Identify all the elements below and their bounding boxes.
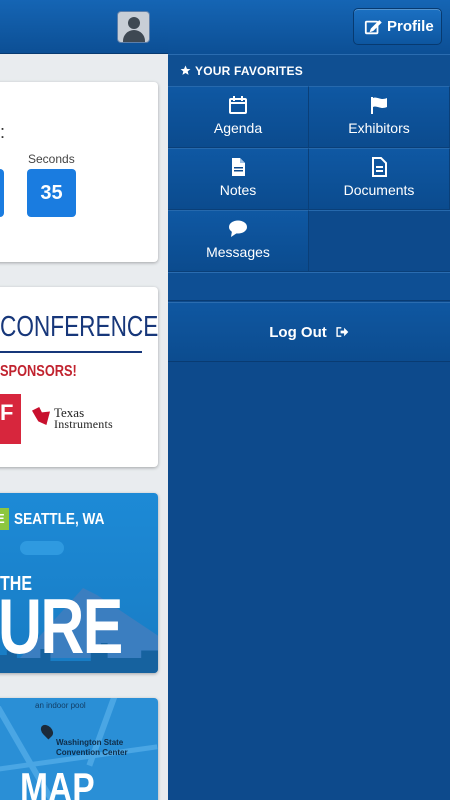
note-icon: [232, 158, 245, 176]
sponsor-logo-red-letter: F: [0, 400, 14, 425]
map-place-label: Washington State Convention Center: [56, 738, 128, 757]
favorite-tile-exhibitors[interactable]: Exhibitors: [309, 86, 450, 148]
sponsor-banner-card[interactable]: CONFERENCE SPONSORS! F ry Texas Instrume…: [0, 287, 158, 467]
drawer-empty-area: [168, 362, 450, 800]
favorite-tile-messages[interactable]: Messages: [168, 210, 309, 272]
hero-big-text: URE: [0, 582, 123, 670]
flag-icon: [371, 97, 387, 114]
favorite-tile-label: Exhibitors: [348, 120, 410, 136]
drawer-header: Profile: [168, 0, 450, 54]
venue-map-card[interactable]: an indoor pool Washington State Conventi…: [0, 698, 158, 800]
event-hero-card[interactable]: E SEATTLE, WA THE URE: [0, 493, 158, 673]
title-divider: [0, 351, 142, 353]
texas-instruments-logo: Texas Instruments: [32, 405, 142, 435]
sponsors-heading: SPONSORS!: [0, 363, 77, 380]
favorite-tile-empty: [309, 210, 450, 272]
hero-city-label: SEATTLE, WA: [14, 511, 105, 528]
sponsor-logo-red: F ry: [0, 394, 21, 444]
hero-badge: E: [0, 508, 9, 530]
favorite-tile-notes[interactable]: Notes: [168, 148, 309, 210]
map-title: MAP: [20, 764, 95, 800]
edit-icon: [364, 19, 382, 34]
side-drawer-menu: Profile YOUR FAVORITES Agenda Exhibitors…: [168, 0, 450, 800]
calendar-icon: [229, 96, 247, 114]
star-icon: [180, 65, 191, 75]
countdown-minutes-box: [0, 169, 4, 217]
speech-bubble-icon: [229, 220, 247, 237]
ti-logo-line2: Instruments: [54, 417, 113, 431]
sign-out-icon: [336, 327, 349, 337]
favorite-tile-label: Agenda: [213, 120, 263, 136]
user-avatar-icon[interactable]: [117, 11, 150, 43]
profile-button-label: Profile: [387, 18, 434, 35]
favorites-label: YOUR FAVORITES: [195, 63, 303, 78]
logout-label: Log Out: [269, 323, 327, 341]
countdown-seconds-value: 35: [27, 169, 76, 217]
favorite-tile-label: Messages: [206, 244, 270, 260]
favorite-tile-label: Documents: [343, 182, 415, 198]
countdown-separator: :: [0, 122, 6, 142]
profile-button[interactable]: Profile: [353, 8, 442, 45]
document-icon: [372, 157, 387, 177]
countdown-card: : Seconds 35: [0, 82, 158, 262]
sponsor-logo-red-caption: ry: [0, 430, 21, 437]
logout-button[interactable]: Log Out: [168, 302, 450, 362]
top-nav-bar: [0, 0, 168, 54]
favorite-tile-agenda[interactable]: Agenda: [168, 86, 309, 148]
favorite-tile-label: Notes: [219, 182, 257, 198]
menu-divider-band: [168, 272, 450, 301]
countdown-seconds-label: Seconds: [28, 152, 75, 166]
map-pin-icon: [38, 722, 56, 740]
main-content-panel: : Seconds 35 CONFERENCE SPONSORS! F ry T…: [0, 0, 168, 800]
favorite-tile-documents[interactable]: Documents: [309, 148, 450, 210]
texas-state-icon: [32, 407, 50, 425]
favorites-header: YOUR FAVORITES: [168, 54, 450, 86]
map-note: an indoor pool: [35, 701, 86, 710]
cloud-graphic: [20, 541, 64, 555]
conference-title: CONFERENCE: [0, 311, 158, 343]
